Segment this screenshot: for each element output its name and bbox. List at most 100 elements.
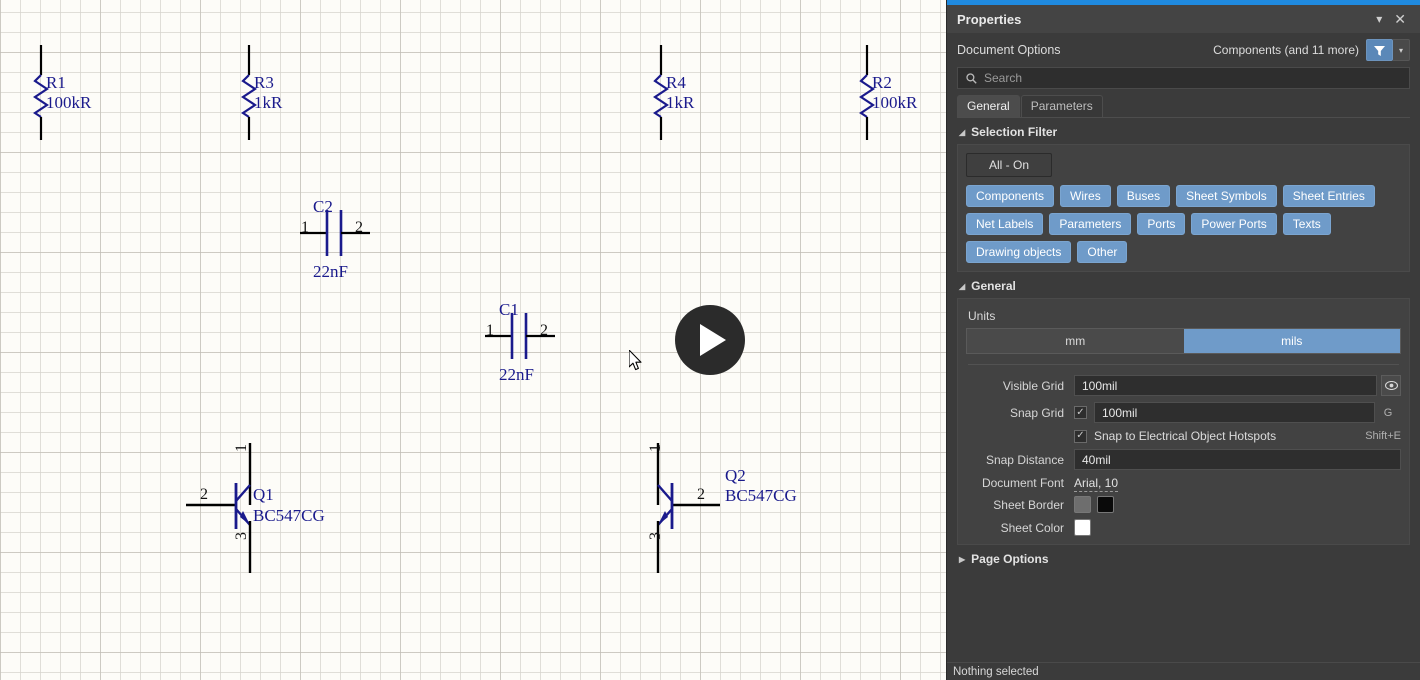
c2-designator: C2: [313, 198, 333, 215]
status-bar: Nothing selected: [947, 662, 1420, 680]
selection-filter-header[interactable]: ◢ Selection Filter: [947, 118, 1420, 144]
filter-chip-parameters[interactable]: Parameters: [1049, 213, 1131, 235]
r3-value: 1kR: [254, 94, 282, 111]
c2-pin-1: 1: [301, 220, 309, 236]
selection-filter-chips: Components Wires Buses Sheet Symbols She…: [966, 185, 1401, 263]
eye-icon: [1385, 381, 1398, 390]
c1-designator: C1: [499, 301, 519, 318]
general-section-title: General: [971, 279, 1016, 293]
filter-chip-sheet-symbols[interactable]: Sheet Symbols: [1176, 185, 1277, 207]
panel-title: Properties: [957, 12, 1370, 27]
sheet-border-color-swatch[interactable]: [1097, 496, 1114, 513]
search-input[interactable]: Search: [957, 67, 1410, 89]
visible-grid-input[interactable]: 100mil: [1074, 375, 1377, 396]
filter-button[interactable]: [1366, 39, 1393, 61]
r3-designator: R3: [254, 74, 274, 91]
q2-designator: Q2: [725, 467, 746, 484]
filter-chip-sheet-entries[interactable]: Sheet Entries: [1283, 185, 1375, 207]
q2-pin-1: 1: [648, 444, 664, 452]
filter-chip-buses[interactable]: Buses: [1117, 185, 1170, 207]
q1-pin-3: 3: [234, 532, 250, 540]
all-on-button[interactable]: All - On: [966, 153, 1052, 177]
document-options-label: Document Options: [957, 43, 1213, 57]
snap-grid-checkbox[interactable]: ✓: [1074, 406, 1087, 419]
units-option-mm[interactable]: mm: [967, 329, 1184, 353]
snap-hotspots-label: Snap to Electrical Object Hotspots: [1094, 429, 1345, 443]
schematic-canvas[interactable]: R1 100kR R3 1kR R4 1kR: [0, 0, 946, 680]
q1-value: BC547CG: [253, 507, 325, 524]
selection-summary: Components (and 11 more): [1213, 43, 1359, 57]
page-options-title: Page Options: [971, 552, 1048, 566]
q2-value: BC547CG: [725, 487, 797, 504]
snap-grid-shortcut: G: [1375, 407, 1401, 419]
filter-dropdown-button[interactable]: ▾: [1393, 39, 1410, 61]
r4-designator: R4: [666, 74, 686, 91]
snap-distance-label: Snap Distance: [966, 453, 1074, 467]
filter-chip-texts[interactable]: Texts: [1283, 213, 1331, 235]
r1-value: 100kR: [46, 94, 91, 111]
play-button[interactable]: [675, 305, 745, 375]
snap-hotspots-shortcut: Shift+E: [1345, 430, 1401, 442]
document-options-row: Document Options Components (and 11 more…: [947, 33, 1420, 67]
r4-value: 1kR: [666, 94, 694, 111]
tab-general[interactable]: General: [957, 95, 1020, 117]
snap-grid-label: Snap Grid: [966, 406, 1074, 420]
c2-pin-2: 2: [355, 220, 363, 236]
filter-chip-wires[interactable]: Wires: [1060, 185, 1111, 207]
sheet-color-swatch[interactable]: [1074, 519, 1091, 536]
visible-grid-row: Visible Grid 100mil: [966, 375, 1401, 396]
selection-filter-title: Selection Filter: [971, 125, 1057, 139]
r1-designator: R1: [46, 74, 66, 91]
page-options-header[interactable]: ▶ Page Options: [947, 545, 1420, 571]
r2-value: 100kR: [872, 94, 917, 111]
visible-grid-toggle-button[interactable]: [1381, 375, 1401, 396]
panel-titlebar: Properties ▾ ✕: [947, 5, 1420, 33]
c1-pin-1: 1: [486, 323, 494, 339]
status-text: Nothing selected: [953, 666, 1039, 678]
chevron-down-icon[interactable]: ▾: [1370, 12, 1388, 26]
mouse-cursor: [629, 350, 643, 376]
caret-right-icon: ▶: [959, 555, 965, 564]
units-label: Units: [966, 307, 1401, 328]
filter-chip-components[interactable]: Components: [966, 185, 1054, 207]
document-font-row: Document Font Arial, 10: [966, 476, 1401, 490]
snap-distance-row: Snap Distance 40mil: [966, 449, 1401, 470]
filter-chip-drawing-objects[interactable]: Drawing objects: [966, 241, 1071, 263]
funnel-icon: [1373, 44, 1386, 57]
units-option-mils[interactable]: mils: [1184, 329, 1401, 353]
caret-down-icon: ◢: [959, 282, 965, 291]
close-icon[interactable]: ✕: [1388, 11, 1412, 28]
general-section-header[interactable]: ◢ General: [947, 272, 1420, 298]
tab-parameters[interactable]: Parameters: [1021, 95, 1103, 117]
filter-chip-power-ports[interactable]: Power Ports: [1191, 213, 1276, 235]
panel-tabs: General Parameters: [947, 95, 1420, 117]
play-icon: [700, 324, 726, 356]
snap-grid-row: Snap Grid ✓ 100mil G: [966, 402, 1401, 423]
sheet-color-label: Sheet Color: [966, 521, 1074, 535]
sheet-color-row: Sheet Color: [966, 519, 1401, 536]
properties-panel: Properties ▾ ✕ Document Options Componen…: [946, 0, 1420, 680]
filter-chip-net-labels[interactable]: Net Labels: [966, 213, 1043, 235]
q1-designator: Q1: [253, 486, 274, 503]
document-font-value[interactable]: Arial, 10: [1074, 476, 1118, 492]
search-placeholder: Search: [984, 71, 1022, 85]
r2-designator: R2: [872, 74, 892, 91]
filter-chip-other[interactable]: Other: [1077, 241, 1127, 263]
component-q2[interactable]: [640, 443, 720, 573]
filter-chip-ports[interactable]: Ports: [1137, 213, 1185, 235]
q1-pin-2: 2: [200, 487, 208, 503]
sheet-border-label: Sheet Border: [966, 498, 1074, 512]
snap-hotspots-row[interactable]: ✓ Snap to Electrical Object Hotspots Shi…: [966, 429, 1401, 443]
snap-distance-input[interactable]: 40mil: [1074, 449, 1401, 470]
snap-grid-input[interactable]: 100mil: [1094, 402, 1375, 423]
sheet-border-row: Sheet Border: [966, 496, 1401, 513]
units-toggle: mm mils: [966, 328, 1401, 354]
c1-pin-2: 2: [540, 323, 548, 339]
snap-hotspots-checkbox[interactable]: ✓: [1074, 430, 1087, 443]
search-wrapper: Search: [947, 67, 1420, 95]
search-icon: [966, 73, 977, 84]
sheet-border-enable-swatch[interactable]: [1074, 496, 1091, 513]
c1-value: 22nF: [499, 366, 534, 383]
q1-pin-1: 1: [234, 444, 250, 452]
c2-value: 22nF: [313, 263, 348, 280]
